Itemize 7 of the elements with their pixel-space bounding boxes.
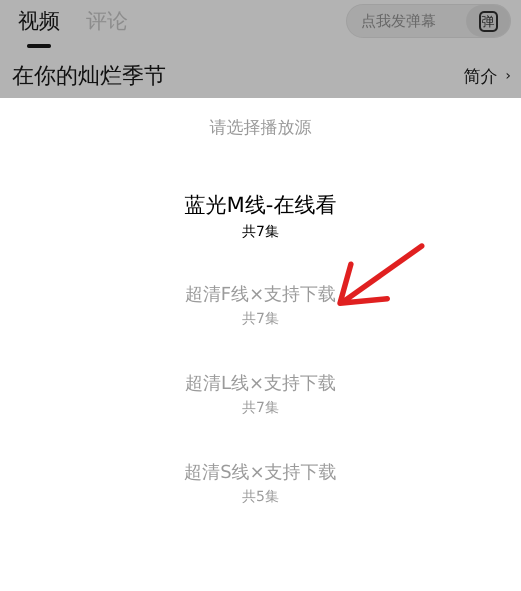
source-option[interactable]: 蓝光M线-在线看 共7集: [184, 171, 336, 260]
danmaku-field[interactable]: 点我发弹幕 弹: [346, 4, 511, 38]
video-title: 在你的灿烂季节: [12, 63, 166, 91]
intro-link[interactable]: 简介 ›: [463, 64, 511, 88]
sheet-heading: 请选择播放源: [210, 117, 312, 140]
tab[interactable]: 视频: [18, 6, 60, 46]
danmaku-button[interactable]: 弹: [466, 5, 510, 37]
